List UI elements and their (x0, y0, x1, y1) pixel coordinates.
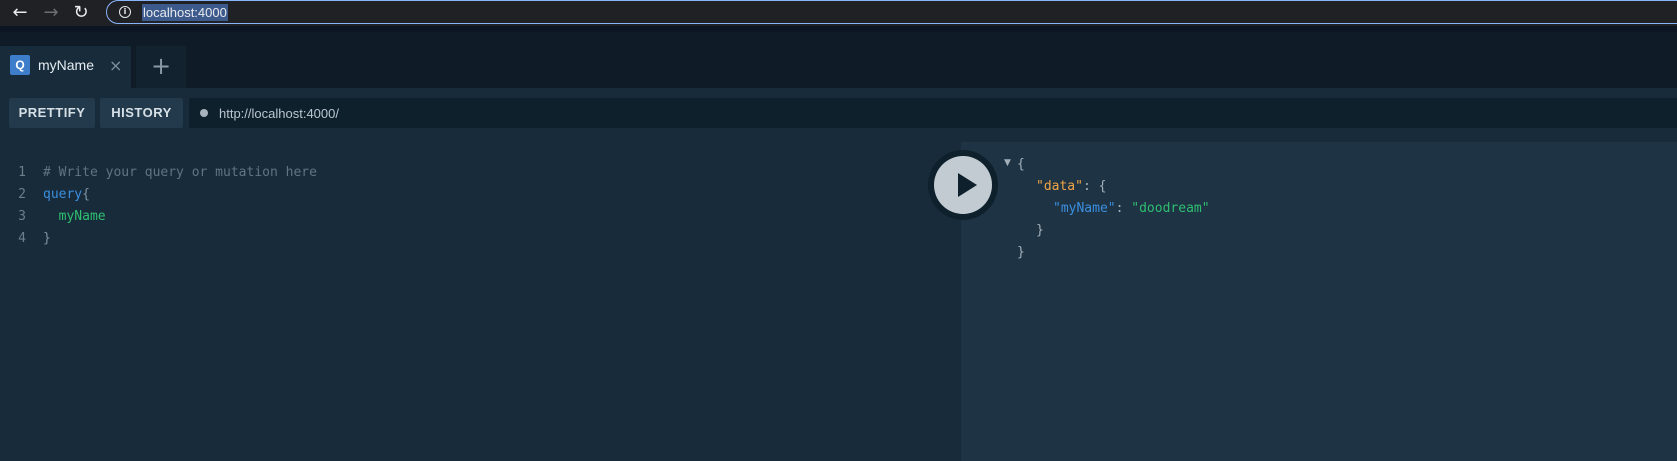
endpoint-input[interactable]: http://localhost:4000/ (189, 98, 1677, 128)
code-line[interactable]: 3 myName (0, 206, 900, 228)
result-inner-close: } (1036, 223, 1044, 238)
address-bar-url[interactable]: localhost:4000 (142, 4, 228, 21)
line-number: 4 (18, 231, 26, 246)
address-bar[interactable]: i localhost:4000 (106, 0, 1677, 24)
back-arrow-icon[interactable]: ← (9, 2, 31, 24)
result-field-value: "doodream" (1131, 201, 1210, 216)
info-icon[interactable]: i (119, 6, 131, 18)
code-punct: { (82, 187, 90, 202)
result-field-line: "myName": "doodream" (1053, 198, 1210, 220)
code-keyword: query (43, 187, 83, 202)
code-field[interactable]: myName (43, 206, 106, 228)
endpoint-url[interactable]: http://localhost:4000/ (219, 106, 339, 121)
tab-label: myName (38, 57, 95, 73)
line-number: 1 (18, 165, 26, 180)
query-editor[interactable]: 1 # Write your query or mutation here 2 … (0, 142, 961, 461)
reload-icon[interactable]: ↻ (70, 2, 92, 24)
code-line[interactable]: 1 # Write your query or mutation here (0, 162, 900, 184)
prettify-button[interactable]: PRETTIFY (9, 98, 95, 128)
collapse-triangle-icon[interactable]: ▼ (1004, 158, 1011, 168)
query-badge-icon: Q (10, 55, 30, 75)
play-icon (958, 173, 977, 197)
browser-toolbar: ← → ↻ i localhost:4000 (0, 0, 1677, 27)
code-punct[interactable]: } (43, 228, 51, 250)
forward-arrow-icon[interactable]: → (40, 2, 62, 24)
status-dot-icon (200, 109, 208, 117)
history-button[interactable]: HISTORY (100, 98, 183, 128)
result-data-line: "data": { (1036, 176, 1106, 198)
close-icon[interactable]: × (109, 56, 122, 75)
result-colon: : (1082, 179, 1099, 194)
result-data-key: "data" (1036, 179, 1083, 194)
execute-query-button[interactable] (934, 156, 992, 214)
add-tab-icon[interactable]: + (136, 46, 186, 88)
result-field-key: "myName" (1053, 201, 1116, 216)
code-line[interactable]: 2 query{ (0, 184, 900, 206)
result-close-brace: } (1017, 245, 1025, 260)
code-line[interactable]: 4 } (0, 228, 900, 250)
line-number: 2 (18, 187, 26, 202)
code-comment[interactable]: # Write your query or mutation here (43, 162, 317, 184)
editor-toolbar: PRETTIFY HISTORY http://localhost:4000/ (0, 88, 1677, 142)
result-colon: : (1115, 201, 1132, 216)
line-number: 3 (18, 209, 26, 224)
tab-bar: Q myName × + (0, 32, 1677, 88)
result-open-brace: { (1017, 157, 1025, 172)
tab-myname[interactable]: Q myName × (0, 46, 131, 88)
code-text[interactable]: query{ (43, 184, 90, 206)
result-inner-open: { (1098, 179, 1107, 194)
